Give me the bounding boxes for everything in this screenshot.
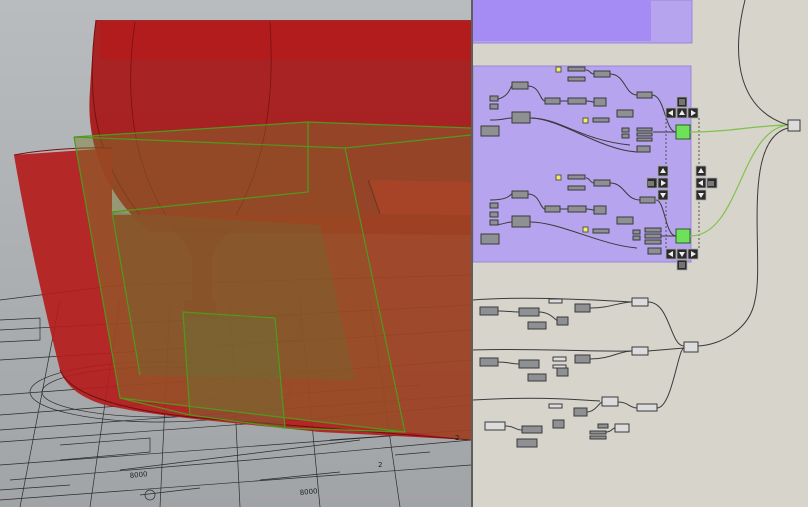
canvas-node[interactable] (548, 298, 563, 304)
canvas-node[interactable] (589, 435, 607, 440)
component-node[interactable] (511, 215, 531, 228)
canvas-node[interactable] (479, 306, 499, 316)
component-node[interactable] (644, 239, 662, 245)
component-node[interactable] (631, 297, 649, 307)
panel-swatch[interactable] (582, 226, 589, 233)
canvas-shape[interactable] (100, 22, 471, 60)
canvas-node[interactable] (484, 421, 506, 431)
canvas-node[interactable] (552, 356, 567, 362)
component-node[interactable] (636, 127, 653, 132)
component-node[interactable] (511, 81, 529, 90)
component-node[interactable] (567, 66, 586, 72)
component-node[interactable] (489, 103, 499, 110)
component-node[interactable] (683, 341, 699, 353)
component-group-top[interactable] (473, 0, 693, 44)
panel-swatch[interactable] (582, 117, 589, 124)
component-node[interactable] (592, 228, 610, 234)
component-node[interactable] (567, 185, 586, 191)
list-icon[interactable] (706, 177, 718, 189)
component-node[interactable] (632, 235, 641, 241)
canvas-node[interactable] (518, 359, 540, 369)
grasshopper-canvas[interactable] (473, 0, 808, 507)
component-node[interactable] (616, 216, 634, 225)
component-node[interactable] (567, 76, 586, 82)
component-node[interactable] (592, 117, 610, 123)
canvas-node[interactable] (574, 354, 591, 364)
canvas-node[interactable] (521, 425, 543, 434)
component-node[interactable] (544, 205, 561, 213)
component-node[interactable] (593, 205, 607, 215)
component-node[interactable] (593, 179, 611, 187)
canvas-node[interactable] (574, 303, 591, 313)
component-node[interactable] (636, 137, 653, 142)
list-icon[interactable] (646, 177, 658, 189)
component-node[interactable] (636, 145, 651, 153)
dimension-label: 2 (455, 434, 459, 442)
component-node[interactable] (567, 97, 587, 105)
dimension-label: 2 (378, 461, 382, 469)
canvas-node[interactable] (556, 316, 569, 326)
canvas-node[interactable] (573, 407, 588, 417)
panel-swatch[interactable] (555, 66, 562, 73)
component-node[interactable] (489, 219, 499, 226)
canvas-node[interactable] (552, 419, 565, 429)
canvas-node[interactable] (589, 430, 607, 435)
component-node[interactable] (631, 346, 649, 356)
component-node[interactable] (511, 190, 529, 199)
component-node[interactable] (647, 247, 662, 255)
component-node[interactable] (621, 127, 630, 133)
canvas-node[interactable] (527, 321, 547, 330)
boolean-toggle[interactable] (675, 228, 691, 244)
component-node[interactable] (480, 125, 500, 137)
selection-box-model (73, 121, 471, 440)
canvas-node[interactable] (601, 396, 619, 407)
component-node[interactable] (621, 133, 630, 139)
component-node[interactable] (593, 70, 611, 78)
canvas-node[interactable] (552, 364, 567, 369)
canvas-shape[interactable] (183, 312, 285, 428)
component-node[interactable] (636, 132, 653, 137)
component-node[interactable] (567, 174, 586, 180)
component-node[interactable] (787, 119, 801, 132)
canvas-node[interactable] (548, 403, 563, 409)
component-node[interactable] (644, 227, 662, 233)
canvas-node[interactable] (516, 438, 538, 448)
component-node[interactable] (480, 233, 500, 245)
canvas-node[interactable] (527, 373, 547, 382)
component-node[interactable] (639, 196, 656, 204)
component-node[interactable] (511, 111, 531, 124)
component-node[interactable] (489, 202, 499, 209)
component-node[interactable] (489, 211, 499, 218)
boolean-toggle[interactable] (675, 124, 691, 140)
panel-swatch[interactable] (555, 174, 562, 181)
perspective-viewport[interactable]: 8000 8000 2 2 (0, 0, 471, 507)
component-node[interactable] (544, 97, 561, 105)
component-node[interactable] (636, 91, 653, 99)
canvas-node[interactable] (636, 403, 658, 412)
component-node[interactable] (632, 229, 641, 235)
canvas-node[interactable] (614, 423, 630, 433)
component-node[interactable] (593, 97, 607, 107)
component-node[interactable] (616, 109, 634, 118)
canvas-node[interactable] (473, 0, 651, 41)
component-node[interactable] (489, 95, 499, 102)
component-node[interactable] (644, 233, 662, 239)
canvas-node[interactable] (597, 423, 609, 429)
canvas-node[interactable] (479, 357, 499, 367)
component-node[interactable] (567, 205, 587, 213)
canvas-node[interactable] (556, 367, 569, 377)
canvas-node[interactable] (518, 307, 540, 317)
